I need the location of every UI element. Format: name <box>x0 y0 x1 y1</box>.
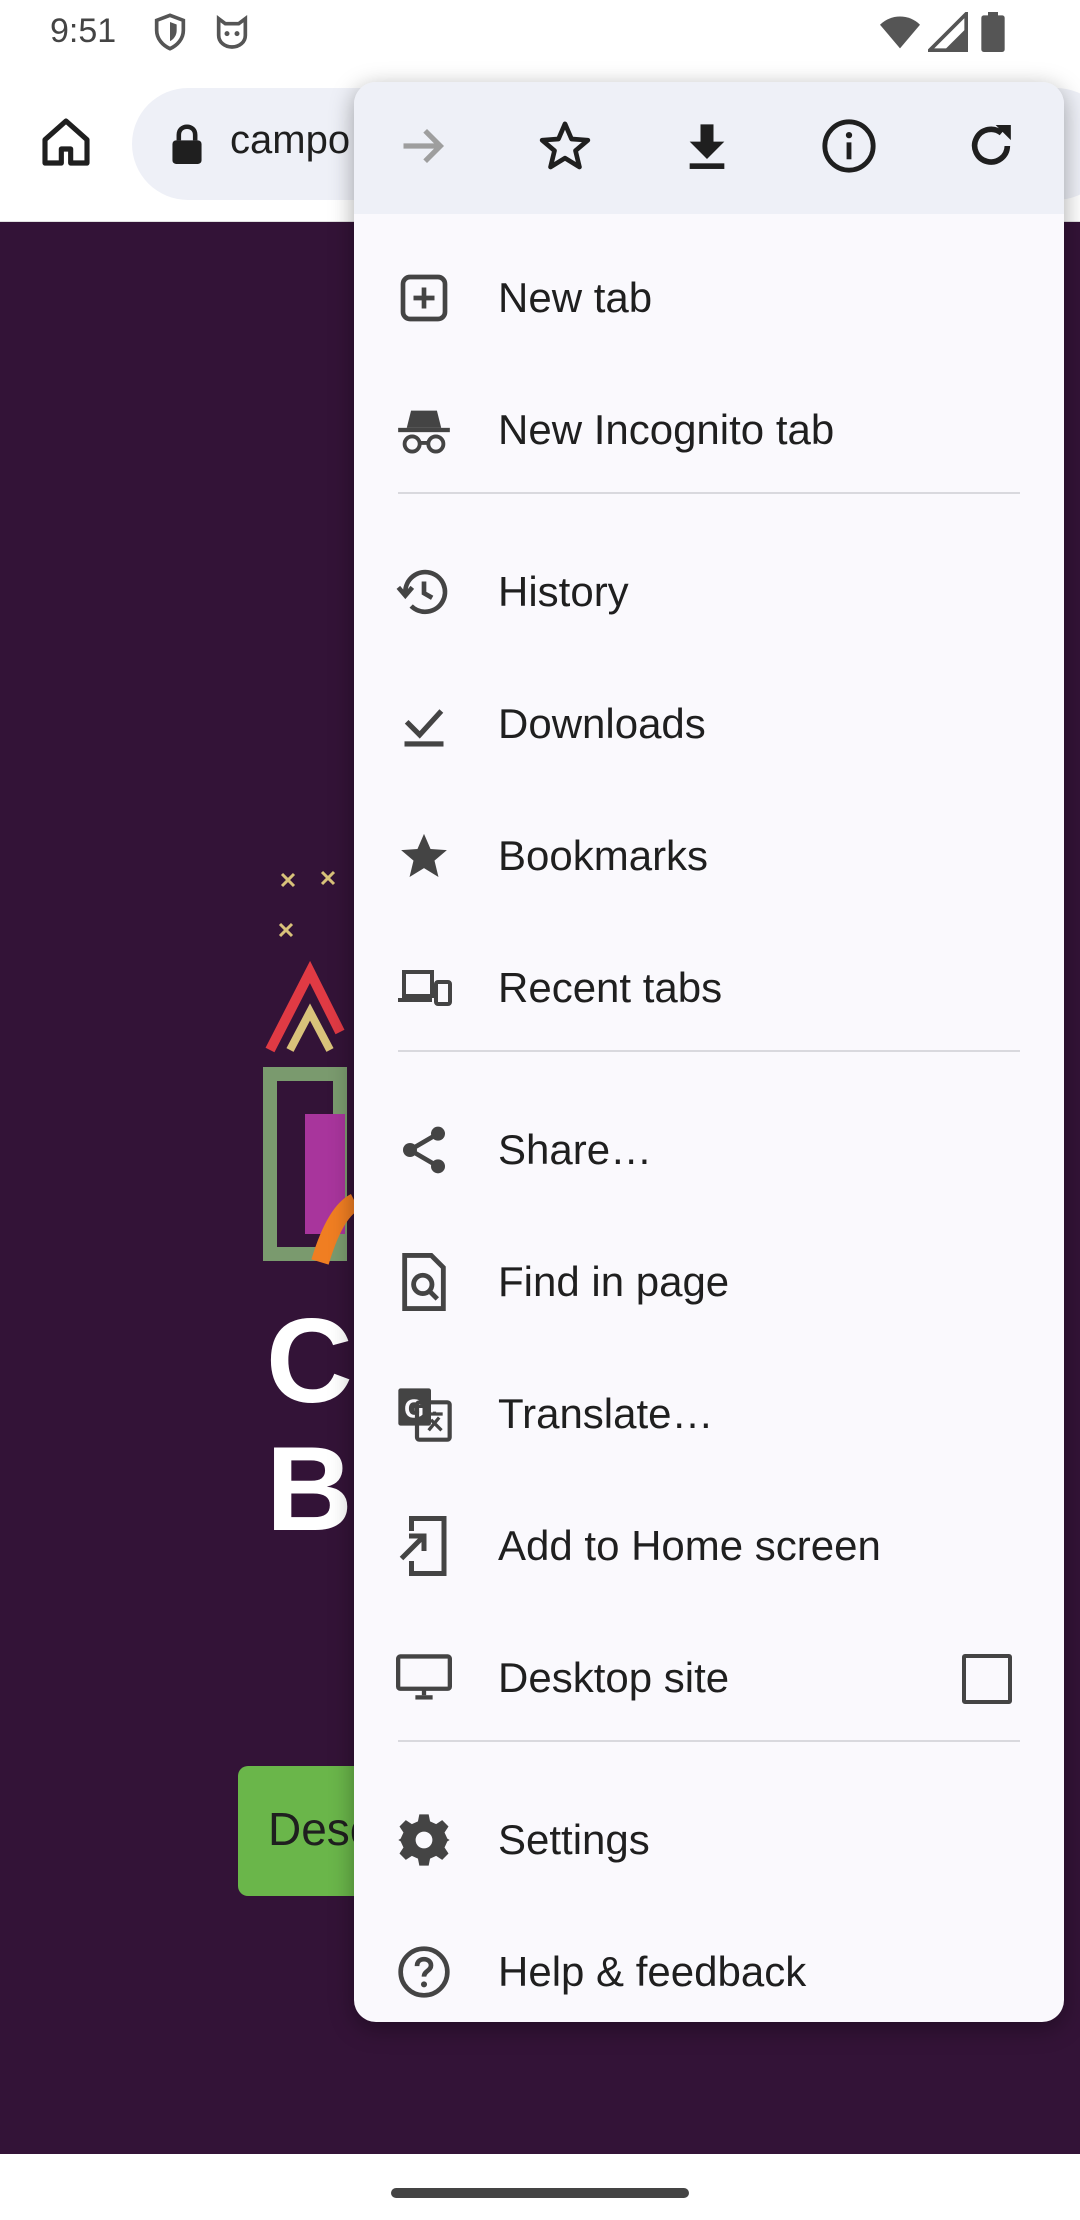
recent-tabs-icon <box>396 962 452 1014</box>
menu-item-label: Help & feedback <box>498 1948 807 1995</box>
menu-item-recent-tabs[interactable]: Recent tabs <box>354 922 1064 1054</box>
settings-icon <box>396 1814 452 1866</box>
menu-item-desktop-site[interactable]: Desktop site <box>354 1612 1064 1744</box>
menu-divider <box>398 1740 1020 1742</box>
bookmark-star-icon <box>537 118 593 179</box>
navigation-bar <box>0 2154 1080 2220</box>
menu-action-bar <box>354 82 1064 214</box>
menu-item-label: Recent tabs <box>498 964 723 1011</box>
refresh-button[interactable] <box>955 112 1027 184</box>
find-in-page-icon <box>396 1253 452 1311</box>
menu-item-label: Add to Home screen <box>498 1522 881 1569</box>
shield-icon <box>150 12 190 57</box>
svg-text:B: B <box>266 1422 353 1542</box>
menu-divider <box>398 1050 1020 1052</box>
home-icon <box>38 114 94 175</box>
menu-item-translate[interactable]: G Translate… <box>354 1348 1064 1480</box>
menu-item-find-in-page[interactable]: Find in page <box>354 1216 1064 1348</box>
incognito-icon <box>396 404 452 456</box>
menu-item-downloads[interactable]: Downloads <box>354 658 1064 790</box>
forward-icon <box>397 120 449 177</box>
menu-item-label: New Incognito tab <box>498 406 835 453</box>
menu-item-settings[interactable]: Settings <box>354 1774 1064 1906</box>
cat-icon <box>212 12 252 57</box>
add-to-home-icon <box>396 1516 452 1576</box>
wifi-icon <box>878 12 922 57</box>
info-icon <box>820 117 878 180</box>
url-text: campo <box>230 118 351 162</box>
menu-divider <box>398 492 1020 494</box>
status-bar: 9:51 <box>0 0 1080 66</box>
downloads-icon <box>396 698 452 750</box>
history-icon <box>396 566 452 618</box>
download-icon <box>681 120 733 177</box>
bookmarks-icon <box>396 830 452 882</box>
menu-item-label: Share… <box>498 1126 653 1173</box>
page-info-button[interactable] <box>813 112 885 184</box>
bookmark-this-page-button[interactable] <box>529 112 601 184</box>
desktop-site-checkbox[interactable] <box>962 1654 1012 1704</box>
menu-item-new-tab[interactable]: New tab <box>354 232 1064 364</box>
forward-button[interactable] <box>387 112 459 184</box>
share-icon <box>396 1124 452 1176</box>
menu-item-label: Bookmarks <box>498 832 709 879</box>
svg-text:G: G <box>404 1396 424 1424</box>
battery-icon <box>980 12 1006 57</box>
menu-item-bookmarks[interactable]: Bookmarks <box>354 790 1064 922</box>
status-time: 9:51 <box>50 12 117 50</box>
gesture-handle[interactable] <box>391 2188 689 2198</box>
menu-item-label: Downloads <box>498 700 706 747</box>
menu-item-add-to-home-screen[interactable]: Add to Home screen <box>354 1480 1064 1612</box>
signal-icon <box>925 9 968 57</box>
menu-item-history[interactable]: History <box>354 526 1064 658</box>
download-page-button[interactable] <box>671 112 743 184</box>
menu-item-share[interactable]: Share… <box>354 1084 1064 1216</box>
home-button[interactable] <box>30 108 102 180</box>
menu-item-label: History <box>498 568 629 615</box>
menu-item-help-feedback[interactable]: Help & feedback <box>354 1906 1064 2022</box>
lock-icon <box>170 124 204 169</box>
menu-item-new-incognito-tab[interactable]: New Incognito tab <box>354 364 1064 496</box>
new-tab-icon <box>396 272 452 324</box>
refresh-icon <box>963 118 1019 179</box>
desktop-icon <box>396 1652 452 1704</box>
menu-item-label: Settings <box>498 1816 650 1863</box>
menu-item-label: Translate… <box>498 1390 714 1437</box>
menu-item-label: New tab <box>498 274 653 321</box>
menu-item-label: Find in page <box>498 1258 730 1305</box>
overflow-menu: New tab New Incognito tab History Downlo… <box>354 82 1064 2022</box>
help-icon <box>396 1946 452 1998</box>
translate-icon: G <box>396 1388 452 1442</box>
menu-item-label: Desktop site <box>498 1654 730 1701</box>
svg-text:C: C <box>266 1294 353 1428</box>
